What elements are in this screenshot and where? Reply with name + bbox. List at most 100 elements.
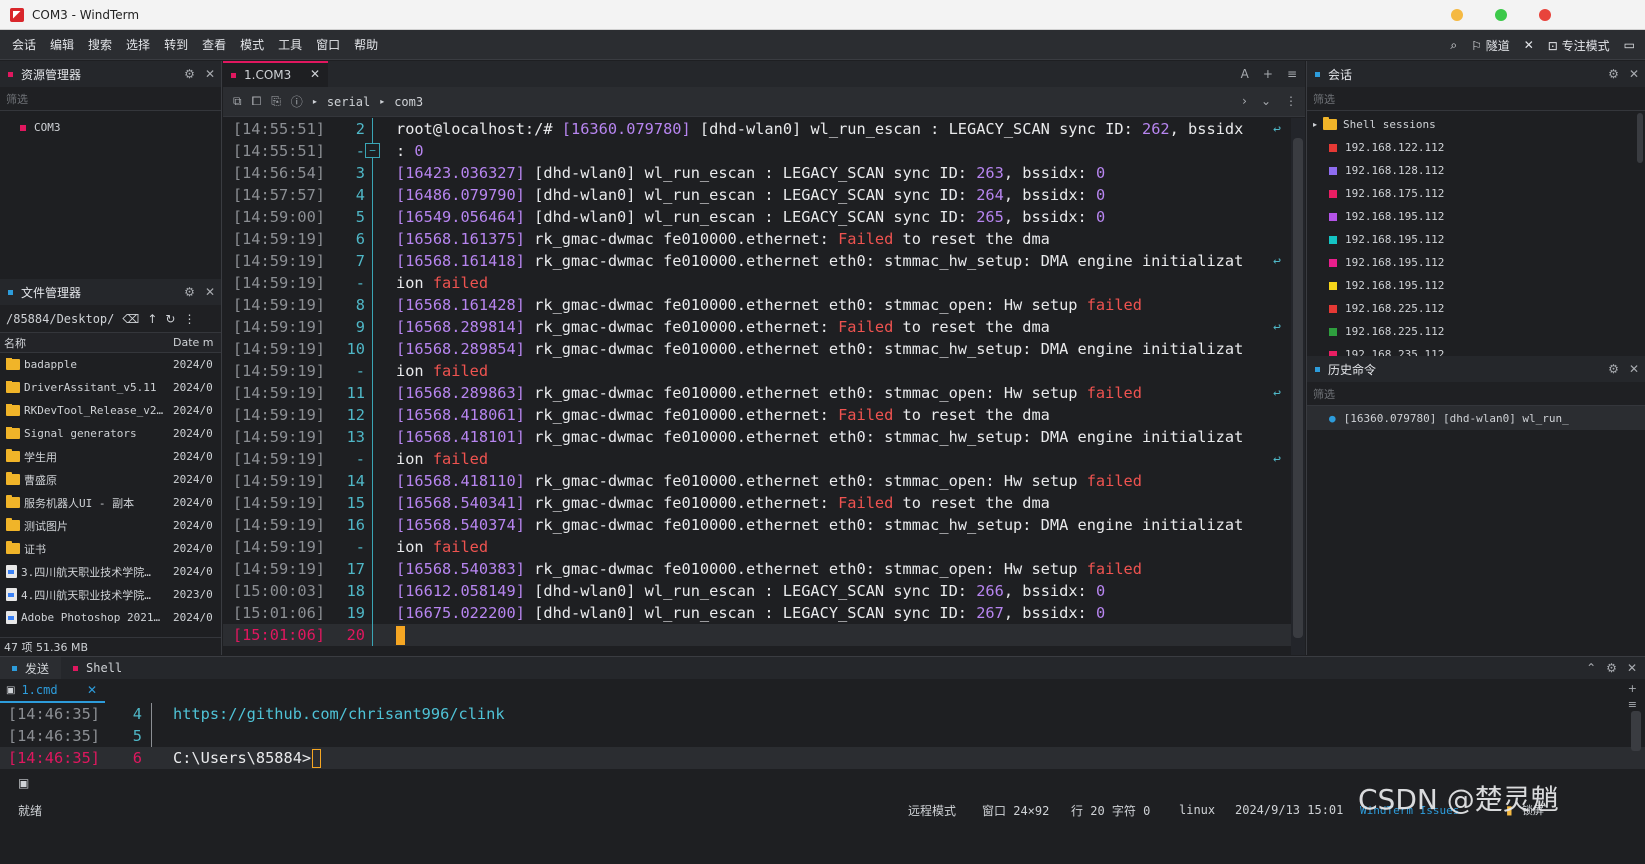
history-item[interactable]: ● [16360.079780] [dhd-wlan0] wl_run_ <box>1307 406 1645 430</box>
tunnel-button[interactable]: ⚐ 隧道 <box>1471 37 1510 54</box>
column-date[interactable]: Date m <box>168 336 214 349</box>
chevron-down-icon[interactable]: ⌄ <box>1261 94 1271 108</box>
menu-goto[interactable]: 转到 <box>157 36 195 53</box>
close-icon[interactable]: ✕ <box>205 67 215 81</box>
close-tab-icon[interactable]: ✕ <box>87 683 97 697</box>
close-icon[interactable]: ✕ <box>1629 362 1639 376</box>
gear-icon[interactable]: ⚙ <box>184 67 195 81</box>
path-input[interactable]: /85884/Desktop/ <box>6 312 114 326</box>
session-item[interactable]: 192.168.195.112 <box>1307 205 1645 228</box>
menu-icon[interactable]: ≡ <box>1287 67 1297 81</box>
status-position[interactable]: 行 20 字符 0 <box>1071 802 1150 819</box>
font-icon[interactable]: A <box>1241 67 1249 81</box>
menu-mode[interactable]: 模式 <box>233 36 271 53</box>
copy-icon[interactable]: ⎘ <box>271 94 281 109</box>
file-row[interactable]: 服务机器人UI - 副本 2024/0 <box>0 491 221 514</box>
shell-scrollbar[interactable] <box>1631 711 1641 751</box>
new-session-icon[interactable]: ⧉ <box>233 94 242 109</box>
sessions-scrollbar[interactable] <box>1637 113 1643 163</box>
session-color-icon <box>1329 212 1337 221</box>
terminal-output[interactable]: ↩ [14:55:51] 2 root@localhost:/# [16360.079… <box>223 118 1293 655</box>
breadcrumb-serial[interactable]: serial <box>327 95 370 109</box>
file-row[interactable]: RKDevTool_Release_v2… 2024/0 <box>0 399 221 422</box>
gear-icon[interactable]: ⚙ <box>1608 362 1619 376</box>
status-mode[interactable]: 远程模式 <box>908 802 956 819</box>
tab-send[interactable]: 发送 <box>0 657 62 679</box>
session-item[interactable]: 192.168.235.112 <box>1307 343 1645 356</box>
refresh-icon[interactable]: ↻ <box>165 312 175 326</box>
file-row[interactable]: badapple 2024/0 <box>0 353 221 376</box>
more-icon[interactable]: ⋮ <box>1285 94 1297 108</box>
menu-session[interactable]: 会话 <box>5 36 43 53</box>
scrollbar-thumb[interactable] <box>1293 138 1303 638</box>
session-item[interactable]: 192.168.225.112 <box>1307 297 1645 320</box>
text-segment: rk_gmac-dwmac fe010000.ethernet eth0: st… <box>524 516 1244 534</box>
gear-icon[interactable]: ⚙ <box>1608 67 1619 81</box>
column-name[interactable]: 名称 <box>0 335 168 351</box>
sessions-filter-input[interactable]: 筛选 <box>1307 87 1645 111</box>
close-tab-icon[interactable]: ✕ <box>310 67 320 81</box>
menu-tools[interactable]: 工具 <box>271 36 309 53</box>
file-row[interactable]: Adobe Photoshop 2021… 2024/0 <box>0 606 221 629</box>
file-row[interactable]: 3.四川航天职业技术学院… 2024/0 <box>0 560 221 583</box>
tab-cmd[interactable]: ▣ 1.cmd ✕ <box>0 679 105 703</box>
tab-com3[interactable]: 1.COM3 ✕ <box>223 61 328 87</box>
tab-shell[interactable]: Shell <box>61 657 134 679</box>
close-icon[interactable]: ✕ <box>205 285 215 299</box>
line-text: [16568.289863] rk_gmac-dwmac fe010000.et… <box>396 384 1142 402</box>
resource-filter-input[interactable]: 筛选 <box>0 87 221 111</box>
session-item[interactable]: 192.168.175.112 <box>1307 182 1645 205</box>
breadcrumb-com3[interactable]: com3 <box>394 95 423 109</box>
focus-mode-button[interactable]: ⊡ 专注模式 <box>1548 37 1610 54</box>
chevron-right-icon[interactable]: › <box>1242 94 1247 108</box>
history-filter-input[interactable]: 筛选 <box>1307 382 1645 406</box>
file-row[interactable]: 测试图片 2024/0 <box>0 514 221 537</box>
session-group[interactable]: ▸ Shell sessions <box>1307 113 1645 136</box>
session-item[interactable]: 192.168.128.112 <box>1307 159 1645 182</box>
layout-icon[interactable]: ▭ <box>1624 38 1635 52</box>
file-row[interactable]: DriverAssitant_v5.11 2024/0 <box>0 376 221 399</box>
duplicate-icon[interactable]: ⧠ <box>252 94 262 109</box>
up-arrow-icon[interactable]: ↑ <box>147 312 157 326</box>
info-icon[interactable]: ⓘ <box>291 93 303 110</box>
search-icon[interactable]: ⌕ <box>1450 38 1457 53</box>
close-icon[interactable]: ✕ <box>1629 67 1639 81</box>
minimize-button[interactable] <box>1451 9 1463 21</box>
session-item[interactable]: 192.168.195.112 <box>1307 251 1645 274</box>
status-os[interactable]: linux <box>1179 803 1215 817</box>
file-row[interactable]: 证书 2024/0 <box>0 537 221 560</box>
session-item[interactable]: 192.168.225.112 <box>1307 320 1645 343</box>
status-window[interactable]: 窗口 24×92 <box>982 802 1049 819</box>
file-row[interactable]: 4.四川航天职业技术学院… 2023/0 <box>0 583 221 606</box>
fold-toggle-icon[interactable]: − <box>365 143 380 158</box>
session-item[interactable]: 192.168.195.112 <box>1307 228 1645 251</box>
line-timestamp: [14:59:19] <box>232 560 325 578</box>
gear-icon[interactable]: ⚙ <box>1606 661 1617 675</box>
menu-window[interactable]: 窗口 <box>309 36 347 53</box>
x-icon[interactable]: ✕ <box>1524 38 1534 52</box>
add-tab-icon[interactable]: + <box>1628 681 1637 697</box>
expand-icon[interactable]: ▸ <box>1313 120 1317 129</box>
close-icon[interactable]: ✕ <box>1627 661 1637 675</box>
menu-select[interactable]: 选择 <box>119 36 157 53</box>
file-row[interactable]: 曹盛原 2024/0 <box>0 468 221 491</box>
terminal-scrollbar[interactable] <box>1291 118 1305 655</box>
file-row[interactable]: Signal generators 2024/0 <box>0 422 221 445</box>
more-icon[interactable]: ⋮ <box>183 312 195 326</box>
menu-view[interactable]: 查看 <box>195 36 233 53</box>
close-button[interactable] <box>1539 9 1551 21</box>
resource-item-com3[interactable]: COM3 <box>0 111 221 134</box>
clear-path-icon[interactable]: ⌫ <box>122 312 139 326</box>
collapse-icon[interactable]: ⌃ <box>1586 661 1596 675</box>
gear-icon[interactable]: ⚙ <box>184 285 195 299</box>
maximize-button[interactable] <box>1495 9 1507 21</box>
session-item[interactable]: 192.168.195.112 <box>1307 274 1645 297</box>
terminal-icon[interactable]: ▣ <box>18 776 29 790</box>
menu-search[interactable]: 搜索 <box>81 36 119 53</box>
shell-output[interactable]: [14:46:35] 4 https://github.com/chrisant99… <box>0 703 1645 775</box>
add-tab-icon[interactable]: + <box>1263 67 1273 81</box>
menu-help[interactable]: 帮助 <box>347 36 385 53</box>
file-row[interactable]: 学生用 2024/0 <box>0 445 221 468</box>
session-item[interactable]: 192.168.122.112 <box>1307 136 1645 159</box>
menu-edit[interactable]: 编辑 <box>43 36 81 53</box>
